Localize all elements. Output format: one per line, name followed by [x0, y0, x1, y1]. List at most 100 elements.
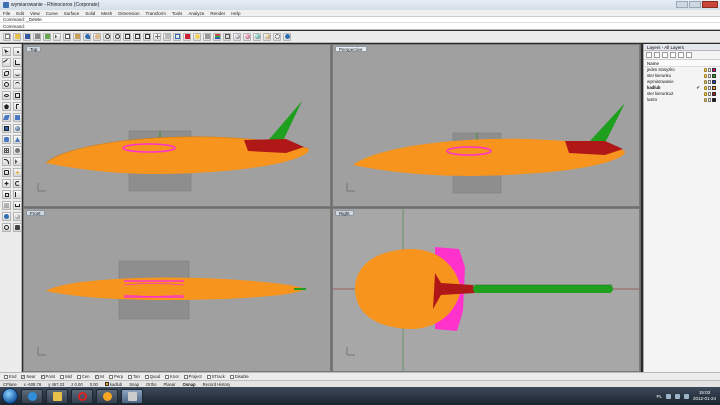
options-button[interactable] — [273, 32, 281, 41]
language-indicator[interactable]: PL — [656, 394, 662, 399]
pan-button[interactable] — [93, 32, 101, 41]
menu-surface[interactable]: Surface — [64, 11, 80, 16]
boolean-tool[interactable] — [13, 146, 22, 155]
rectangle-tool[interactable] — [13, 91, 22, 100]
select-tool[interactable] — [2, 47, 11, 56]
copy-button[interactable] — [63, 32, 71, 41]
osnap-cen[interactable]: Cen — [76, 374, 90, 379]
osnap-strack[interactable]: STrack — [206, 374, 225, 379]
import-button[interactable] — [43, 32, 51, 41]
bulb-icon[interactable] — [704, 86, 707, 90]
menu-help[interactable]: Help — [231, 11, 240, 16]
hide-button[interactable] — [193, 32, 201, 41]
taskbar-rhino[interactable] — [121, 388, 143, 404]
move-tool[interactable] — [2, 179, 11, 188]
zoom-window-button[interactable] — [123, 32, 131, 41]
osnap-checkbox[interactable] — [206, 374, 211, 379]
layer-row[interactable]: lustro — [644, 97, 720, 103]
cplane-button[interactable] — [163, 32, 171, 41]
curve-tool[interactable] — [2, 69, 11, 78]
viewport-top[interactable]: Top — [23, 44, 331, 207]
taskbar-opera[interactable] — [71, 388, 93, 404]
open-button[interactable] — [13, 32, 21, 41]
osnap-perp[interactable]: Perp — [109, 374, 123, 379]
menu-view[interactable]: View — [30, 11, 40, 16]
osnap-point[interactable]: ✓ Point — [40, 374, 55, 379]
menu-edit[interactable]: Edit — [16, 11, 24, 16]
menu-analyze[interactable]: Analyze — [188, 11, 204, 16]
lock-icon[interactable] — [708, 86, 711, 90]
osnap-checkbox[interactable] — [165, 374, 170, 379]
freeform-tool[interactable] — [13, 69, 22, 78]
surface-tool[interactable] — [2, 113, 11, 122]
planar-toggle[interactable]: Planar — [163, 382, 175, 387]
osnap-end[interactable]: End — [4, 374, 16, 379]
arc-tool[interactable] — [13, 80, 22, 89]
lock-icon[interactable] — [708, 74, 711, 78]
mesh-tool[interactable] — [2, 146, 11, 155]
cut-button[interactable] — [53, 32, 61, 41]
osnap-tan[interactable]: Tan — [128, 374, 140, 379]
menu-render[interactable]: Render — [210, 11, 225, 16]
layer-color-swatch[interactable] — [712, 98, 716, 102]
move-layer-up-icon[interactable] — [670, 52, 676, 58]
scale-tool[interactable] — [2, 190, 11, 199]
close-button[interactable] — [702, 1, 718, 8]
named-view-tool[interactable] — [13, 223, 22, 232]
dimension-tool[interactable] — [13, 201, 22, 210]
viewport-right[interactable]: Right — [332, 208, 640, 372]
osnap-checkbox[interactable]: ✓ — [40, 374, 45, 379]
viewport-front[interactable]: Front — [23, 208, 331, 372]
osnap-checkbox[interactable]: ✓ — [21, 374, 26, 379]
lock-button[interactable] — [203, 32, 211, 41]
help-button[interactable] — [283, 32, 291, 41]
bulb-icon[interactable] — [704, 80, 707, 84]
zoom-button[interactable] — [113, 32, 121, 41]
menu-solid[interactable]: Solid — [85, 11, 95, 16]
osnap-knot[interactable]: Knot — [165, 374, 179, 379]
current-layer-chip[interactable]: kadlub — [104, 382, 122, 387]
viewport-title-top[interactable]: Top — [26, 46, 42, 52]
tray-network-icon[interactable] — [674, 393, 680, 399]
zoom-selected-button[interactable] — [143, 32, 151, 41]
menu-file[interactable]: File — [3, 11, 10, 16]
menu-dimension[interactable]: Dimension — [118, 11, 139, 16]
snap-toggle[interactable]: Snap — [129, 382, 139, 387]
rendered-button[interactable] — [243, 32, 251, 41]
extrude-tool[interactable] — [13, 113, 22, 122]
polygon-tool[interactable] — [2, 102, 11, 111]
start-button[interactable] — [2, 388, 18, 404]
new-layer-icon[interactable] — [646, 52, 652, 58]
menu-transform[interactable]: Transform — [146, 11, 166, 16]
maximize-button[interactable] — [689, 1, 701, 8]
cone-tool[interactable] — [13, 135, 22, 144]
layer-button[interactable] — [213, 32, 221, 41]
shaded-button[interactable] — [233, 32, 241, 41]
osnap-disable[interactable]: Disable — [229, 374, 249, 379]
lock-icon[interactable] — [708, 80, 711, 84]
osnap-checkbox[interactable] — [229, 374, 234, 379]
fillet-tool[interactable] — [2, 157, 11, 166]
bulb-icon[interactable] — [704, 74, 707, 78]
ortho-toggle[interactable]: Ortho — [146, 382, 156, 387]
osnap-checkbox[interactable] — [4, 374, 8, 379]
cylinder-tool[interactable] — [2, 135, 11, 144]
join-tool[interactable] — [2, 168, 11, 177]
viewport-perspective[interactable]: Perspective — [332, 44, 640, 207]
save-button[interactable] — [23, 32, 31, 41]
osnap-checkbox[interactable] — [76, 374, 81, 379]
new-sublayer-icon[interactable] — [654, 52, 660, 58]
trim-tool[interactable] — [13, 157, 22, 166]
command-prompt[interactable]: Command: — [0, 23, 720, 30]
menu-curve[interactable]: Curve — [46, 11, 58, 16]
viewport-title-perspective[interactable]: Perspective — [335, 46, 367, 52]
osnap-checkbox[interactable] — [144, 374, 149, 379]
osnap-checkbox[interactable] — [60, 374, 65, 379]
layer-color-swatch[interactable] — [712, 74, 716, 78]
print-button[interactable] — [33, 32, 41, 41]
layer-color-swatch[interactable] — [712, 92, 716, 96]
zoom-extents-button[interactable] — [133, 32, 141, 41]
render-tool[interactable] — [13, 212, 22, 221]
point-tool[interactable] — [13, 47, 22, 56]
undo-button[interactable] — [83, 32, 91, 41]
